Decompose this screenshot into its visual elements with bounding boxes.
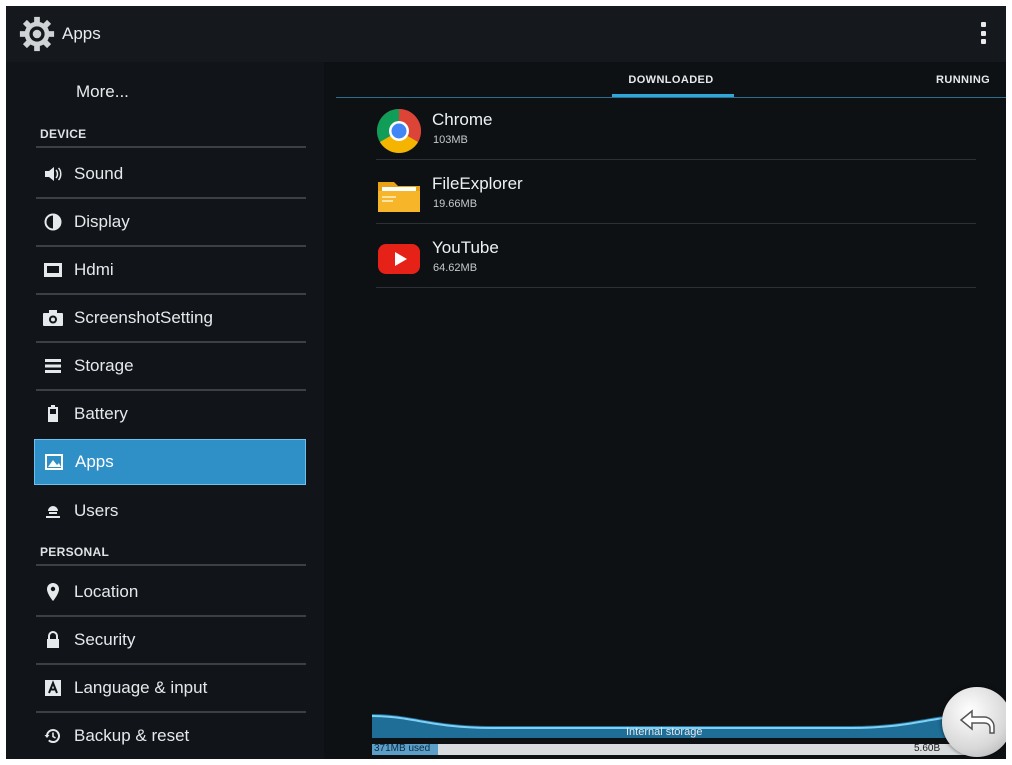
- settings-sidebar: More... DEVICE Sound Display Hdmi Screen…: [6, 62, 324, 759]
- section-header-personal: PERSONAL: [40, 545, 110, 559]
- folder-icon: [378, 182, 420, 212]
- sidebar-item-label: ScreenshotSetting: [74, 308, 213, 327]
- hdmi-icon: [42, 259, 64, 281]
- back-arrow-icon: [959, 709, 995, 734]
- app-size: 19.66MB: [433, 198, 478, 210]
- storage-bar: 371MB used: [372, 743, 972, 755]
- app-size: 64.62MB: [433, 262, 478, 274]
- divider: [36, 564, 306, 566]
- sidebar-item-label: Backup & reset: [74, 726, 190, 745]
- sound-icon: [42, 163, 64, 185]
- sidebar-item-battery[interactable]: Battery: [34, 391, 306, 437]
- sidebar-item-screenshot-setting[interactable]: ScreenshotSetting: [34, 295, 306, 341]
- sidebar-item-storage[interactable]: Storage: [34, 343, 306, 389]
- sidebar-item-label: Location: [74, 582, 139, 601]
- action-bar: Apps: [6, 6, 1006, 62]
- sidebar-item-label: Security: [74, 630, 136, 649]
- section-header-device: DEVICE: [40, 127, 87, 141]
- sidebar-item-users[interactable]: Users: [34, 488, 306, 534]
- storage-used-label: 371MB used: [374, 743, 431, 754]
- back-button[interactable]: [942, 687, 1006, 757]
- language-icon: [42, 677, 64, 699]
- storage-title: Internal storage: [626, 726, 703, 738]
- sidebar-item-more[interactable]: More...: [76, 82, 129, 102]
- apps-content: DOWNLOADED RUNNING Chrome 103MB FileExpl…: [336, 62, 1006, 759]
- sidebar-item-sound[interactable]: Sound: [34, 151, 306, 197]
- app-title: Apps: [62, 24, 101, 43]
- sidebar-item-hdmi[interactable]: Hdmi: [34, 247, 306, 293]
- divider: [376, 223, 976, 224]
- apps-icon: [43, 451, 65, 473]
- battery-icon: [42, 403, 64, 425]
- app-size: 103MB: [433, 134, 468, 146]
- app-name: Chrome: [432, 110, 493, 129]
- storage-icon: [42, 355, 64, 377]
- app-row-chrome[interactable]: Chrome 103MB: [376, 98, 976, 160]
- backup-icon: [42, 725, 64, 747]
- storage-total: 5.60B: [914, 743, 941, 754]
- camera-icon: [42, 307, 64, 329]
- sidebar-item-display[interactable]: Display: [34, 199, 306, 245]
- sidebar-item-label: Display: [74, 212, 130, 231]
- sidebar-item-label: Hdmi: [74, 260, 114, 279]
- sidebar-item-label: Language & input: [74, 678, 208, 697]
- settings-gear-icon: [19, 16, 55, 52]
- tab-bar: DOWNLOADED RUNNING: [336, 62, 1006, 102]
- display-icon: [42, 211, 64, 233]
- youtube-icon: [378, 244, 420, 274]
- sidebar-item-label: Sound: [74, 164, 124, 183]
- sidebar-item-backup-reset[interactable]: Backup & reset: [34, 713, 306, 759]
- tab-downloaded[interactable]: DOWNLOADED: [606, 74, 736, 86]
- sidebar-item-location[interactable]: Location: [34, 569, 306, 615]
- sidebar-item-language-input[interactable]: Language & input: [34, 665, 306, 711]
- divider: [376, 287, 976, 288]
- users-icon: [42, 500, 64, 522]
- sidebar-item-label: Apps: [75, 452, 114, 471]
- app-row-youtube[interactable]: YouTube 64.62MB: [376, 226, 976, 288]
- storage-used-fill: 371MB used: [372, 743, 438, 755]
- sidebar-item-label: Storage: [74, 356, 134, 375]
- divider: [376, 159, 976, 160]
- chrome-icon: [377, 109, 421, 153]
- app-name: YouTube: [432, 238, 499, 257]
- divider: [36, 146, 306, 148]
- location-icon: [42, 581, 64, 603]
- app-row-fileexplorer[interactable]: FileExplorer 19.66MB: [376, 162, 976, 224]
- android-settings-screen: Apps More... DEVICE Sound Display Hdmi S…: [6, 6, 1006, 759]
- sidebar-item-security[interactable]: Security: [34, 617, 306, 663]
- sidebar-item-label: Users: [74, 501, 119, 520]
- lock-icon: [42, 629, 64, 651]
- app-name: FileExplorer: [432, 174, 523, 193]
- sidebar-item-apps[interactable]: Apps: [34, 439, 306, 485]
- sidebar-item-label: Battery: [74, 404, 128, 423]
- tab-running[interactable]: RUNNING: [936, 74, 1006, 86]
- overflow-menu-icon[interactable]: [980, 22, 986, 44]
